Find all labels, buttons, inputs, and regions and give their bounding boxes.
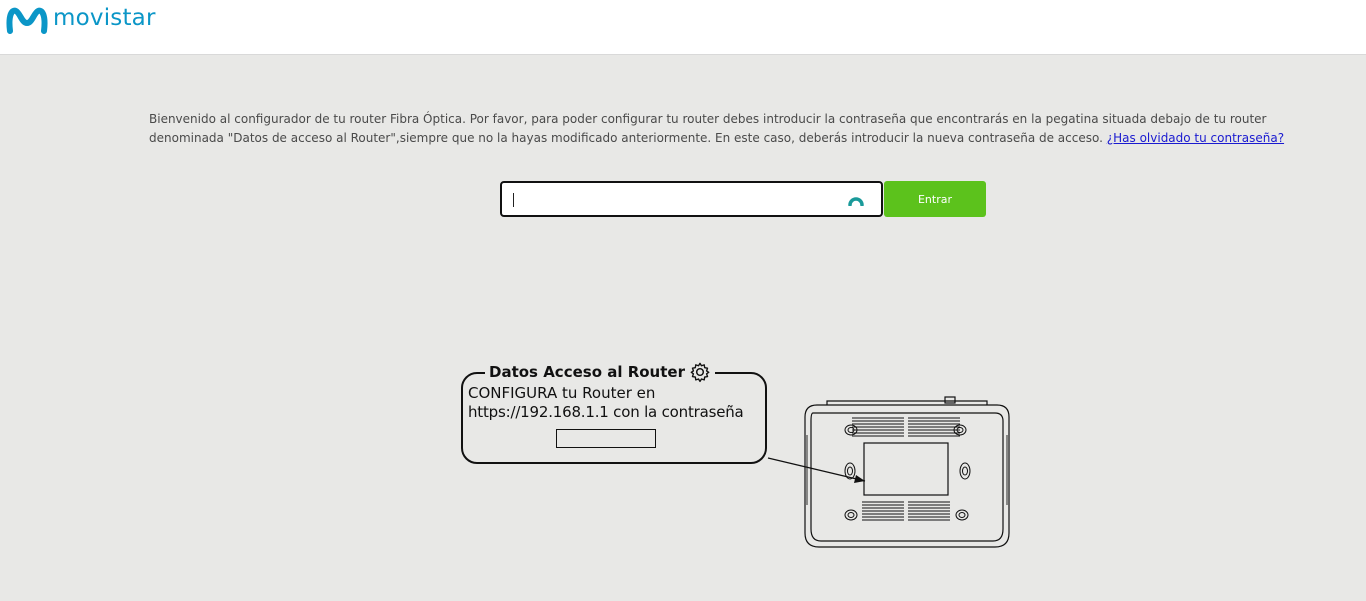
router-vents bbox=[852, 417, 960, 521]
brand-name: movistar bbox=[53, 4, 156, 31]
sticker-line-2: https://192.168.1.1 con la contraseña bbox=[468, 403, 744, 421]
gear-icon bbox=[690, 362, 710, 383]
pw-manager-icon[interactable] bbox=[848, 191, 864, 210]
arrow-head bbox=[854, 475, 865, 483]
movistar-logo[interactable]: movistar bbox=[6, 4, 156, 36]
enter-button[interactable]: Entrar bbox=[884, 181, 986, 217]
sticker-password-field bbox=[556, 429, 656, 448]
text-caret bbox=[513, 193, 514, 207]
pointer-arrow bbox=[767, 457, 866, 482]
intro-paragraph: Bienvenido al configurador de tu router … bbox=[149, 112, 1267, 145]
header-bar: movistar bbox=[0, 0, 1366, 55]
router-body bbox=[804, 396, 1010, 548]
intro-text-block: Bienvenido al configurador de tu router … bbox=[149, 110, 1309, 148]
router-label-diagram: Datos Acceso al Router CONFIGURA tu Rout… bbox=[455, 355, 1015, 555]
sticker-line-1: CONFIGURA tu Router en bbox=[468, 384, 656, 402]
sticker-title: Datos Acceso al Router bbox=[485, 361, 715, 383]
movistar-m-icon bbox=[6, 7, 48, 34]
password-input[interactable] bbox=[510, 187, 834, 213]
sticker-title-text: Datos Acceso al Router bbox=[489, 363, 685, 381]
password-field-container[interactable] bbox=[500, 181, 883, 217]
forgot-password-link[interactable]: ¿Has olvidado tu contraseña? bbox=[1107, 131, 1284, 145]
